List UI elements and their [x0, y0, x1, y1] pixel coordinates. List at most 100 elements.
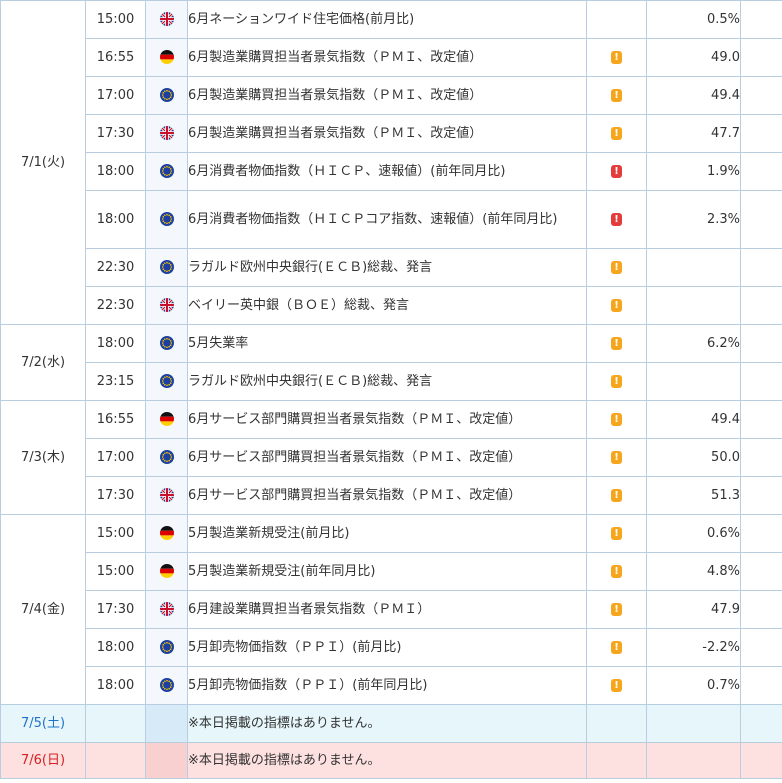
result-value-cell: 49.0 [646, 38, 741, 77]
result-value-cell: 0.7% [646, 666, 741, 705]
importance-high-icon: ! [611, 164, 622, 178]
extra-cell [740, 190, 782, 249]
indicator-name-cell: 6月サービス部門購買担当者景気指数（ＰＭＩ、改定値） [187, 476, 587, 515]
event-row: 22:30 ベイリー英中銀（ＢＯＥ）総裁、発言! [1, 286, 782, 325]
indicator-name-cell: 5月製造業新規受注(前年同月比) [187, 552, 587, 591]
eu-flag-icon [159, 164, 174, 178]
extra-cell [740, 552, 782, 591]
indicator-name-cell: 6月建設業購買担当者景気指数（ＰＭＩ） [187, 590, 587, 629]
event-row: 16:55 6月製造業購買担当者景気指数（ＰＭＩ、改定値）! 49.0 [1, 38, 782, 77]
event-row: 18:00 5月卸売物価指数（ＰＰＩ）(前月比)! -2.2% [1, 628, 782, 667]
importance-cell [586, 742, 647, 779]
uk-flag-icon [159, 602, 174, 616]
result-value-cell: 0.6% [646, 514, 741, 553]
eu-flag-icon [159, 260, 174, 274]
uk-flag-icon [159, 488, 174, 502]
importance-cell [586, 0, 647, 39]
importance-cell [586, 704, 647, 743]
extra-cell [740, 742, 782, 779]
indicator-name-cell: 6月ネーションワイド住宅価格(前月比) [187, 0, 587, 39]
germany-flag-icon [159, 412, 174, 426]
weekend-row: 7/5(土) ※本日掲載の指標はありません。 [0, 704, 782, 743]
date-cell: 7/2(水) [0, 324, 86, 401]
time-cell: 15:00 [85, 552, 146, 591]
time-cell: 16:55 [85, 400, 146, 439]
economic-calendar-table: 7/1(火) 15:00 6月ネーションワイド住宅価格(前月比) 0.5% 16:55 6… [0, 0, 782, 779]
event-row: 7/3(木) 16:55 6月サービス部門購買担当者景気指数（ＰＭＩ、改定値）! 49… [0, 400, 782, 515]
result-value-cell: 47.9 [646, 590, 741, 629]
country-flag-cell [145, 628, 188, 667]
result-value-cell [646, 286, 741, 325]
result-value-cell: 2.3% [646, 190, 741, 249]
importance-cell: ! [586, 76, 647, 115]
importance-mid-icon: ! [611, 88, 622, 102]
indicator-name-cell: 6月消費者物価指数（ＨＩＣＰコア指数、速報値）(前年同月比) [187, 190, 587, 249]
extra-cell [740, 628, 782, 667]
country-flag-cell [145, 438, 188, 477]
event-row: 18:00 6月消費者物価指数（ＨＩＣＰ、速報値）(前年同月比)! 1.9% [1, 152, 782, 191]
extra-cell [740, 514, 782, 553]
extra-cell [740, 476, 782, 515]
country-flag-cell [145, 152, 188, 191]
time-cell: 15:00 [85, 514, 146, 553]
germany-flag-icon [159, 50, 174, 64]
time-cell: 17:00 [85, 76, 146, 115]
time-cell: 23:15 [85, 362, 146, 401]
importance-cell: ! [586, 324, 647, 363]
indicator-name-cell: ラガルド欧州中央銀行(ＥＣＢ)総裁、発言 [187, 362, 587, 401]
importance-mid-icon: ! [611, 488, 622, 502]
result-value-cell [646, 704, 741, 743]
importance-cell: ! [586, 248, 647, 287]
importance-mid-icon: ! [611, 640, 622, 654]
indicator-name-cell: 6月サービス部門購買担当者景気指数（ＰＭＩ、改定値） [187, 400, 587, 439]
indicator-name-cell: ラガルド欧州中央銀行(ＥＣＢ)総裁、発言 [187, 248, 587, 287]
time-cell: 18:00 [85, 190, 146, 249]
indicator-name-cell: 5月卸売物価指数（ＰＰＩ）(前年同月比) [187, 666, 587, 705]
time-cell: 15:00 [85, 0, 146, 39]
indicator-name-cell: ベイリー英中銀（ＢＯＥ）総裁、発言 [187, 286, 587, 325]
eu-flag-icon [159, 678, 174, 692]
importance-cell: ! [586, 152, 647, 191]
indicator-name-cell: 5月失業率 [187, 324, 587, 363]
time-cell: 18:00 [85, 152, 146, 191]
importance-mid-icon: ! [611, 50, 622, 64]
country-flag-cell [145, 552, 188, 591]
importance-cell: ! [586, 476, 647, 515]
event-row: 18:00 5月卸売物価指数（ＰＰＩ）(前年同月比)! 0.7% [1, 666, 782, 705]
result-value-cell: 49.4 [646, 76, 741, 115]
time-cell: 17:00 [85, 438, 146, 477]
importance-mid-icon: ! [611, 298, 622, 312]
event-row: 15:00 5月製造業新規受注(前年同月比)! 4.8% [1, 552, 782, 591]
importance-mid-icon: ! [611, 450, 622, 464]
extra-cell [740, 400, 782, 439]
country-flag-cell [145, 742, 188, 779]
event-row: 17:30 6月サービス部門購買担当者景気指数（ＰＭＩ、改定値）! 51.3 [1, 476, 782, 515]
country-flag-cell [145, 666, 188, 705]
extra-cell [740, 362, 782, 401]
result-value-cell [646, 742, 741, 779]
eu-flag-icon [159, 212, 174, 226]
date-cell: 7/1(火) [0, 0, 86, 325]
time-cell: 18:00 [85, 324, 146, 363]
result-value-cell [646, 248, 741, 287]
eu-flag-icon [159, 374, 174, 388]
time-cell: 22:30 [85, 286, 146, 325]
time-cell: 18:00 [85, 666, 146, 705]
country-flag-cell [145, 704, 188, 743]
result-value-cell: 51.3 [646, 476, 741, 515]
country-flag-cell [145, 190, 188, 249]
event-row: 17:00 6月製造業購買担当者景気指数（ＰＭＩ、改定値）! 49.4 [1, 76, 782, 115]
extra-cell [740, 438, 782, 477]
country-flag-cell [145, 324, 188, 363]
importance-mid-icon: ! [611, 374, 622, 388]
extra-cell [740, 152, 782, 191]
time-cell: 16:55 [85, 38, 146, 77]
importance-cell: ! [586, 400, 647, 439]
result-value-cell [646, 362, 741, 401]
calendar-body: 7/1(火) 15:00 6月ネーションワイド住宅価格(前月比) 0.5% 16:55 6… [0, 0, 782, 779]
importance-cell: ! [586, 628, 647, 667]
importance-mid-icon: ! [611, 412, 622, 426]
extra-cell [740, 324, 782, 363]
event-row: 23:15 ラガルド欧州中央銀行(ＥＣＢ)総裁、発言! [1, 362, 782, 401]
time-cell: 17:30 [85, 114, 146, 153]
